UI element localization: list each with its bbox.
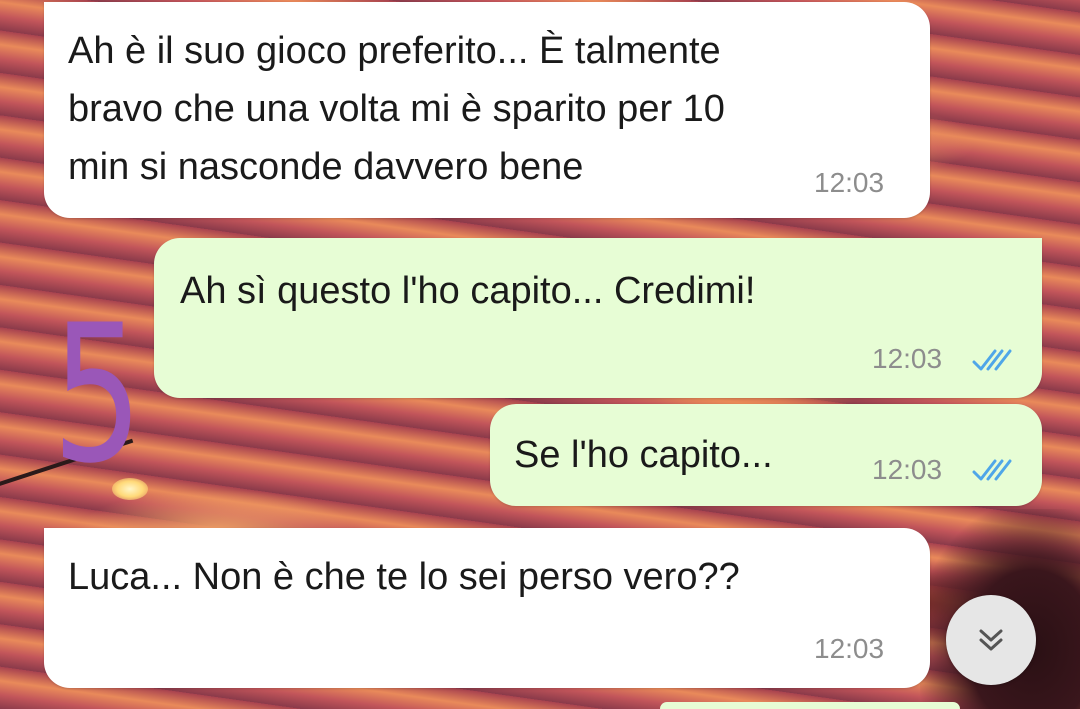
message-bubble-outgoing[interactable]: Se l'ho capito... 12:03 (490, 404, 1042, 506)
message-time: 12:03 (814, 633, 885, 664)
message-time: 12:03 (872, 343, 943, 374)
message-line: Ah è il suo gioco preferito... È talment… (68, 30, 721, 72)
double-check-icon (972, 349, 1012, 371)
message-bubble-outgoing[interactable]: Ah sì questo l'ho capito... Credimi! 12:… (154, 238, 1042, 398)
message-text: Ah sì questo l'ho capito... Credimi! (180, 270, 756, 312)
message-line: bravo che una volta mi è sparito per 10 (68, 88, 725, 130)
partial-message-bubble (660, 702, 960, 709)
message-line: min si nasconde davvero bene (68, 146, 584, 188)
message-text: Luca... Non è che te lo sei perso vero?? (68, 556, 740, 598)
double-check-icon (972, 459, 1012, 481)
message-time: 12:03 (872, 454, 943, 485)
message-bubble-incoming[interactable]: Luca... Non è che te lo sei perso vero??… (44, 528, 930, 688)
handwritten-digit: 5 (52, 284, 143, 505)
message-text: Ah è il suo gioco preferito... È talment… (68, 22, 908, 196)
chevron-double-down-icon (979, 629, 1003, 651)
message-text: Se l'ho capito... (514, 434, 773, 476)
message-bubble-incoming[interactable]: Ah è il suo gioco preferito... È talment… (44, 2, 930, 218)
scroll-to-bottom-button[interactable] (946, 595, 1036, 685)
message-time: 12:03 (814, 167, 885, 198)
